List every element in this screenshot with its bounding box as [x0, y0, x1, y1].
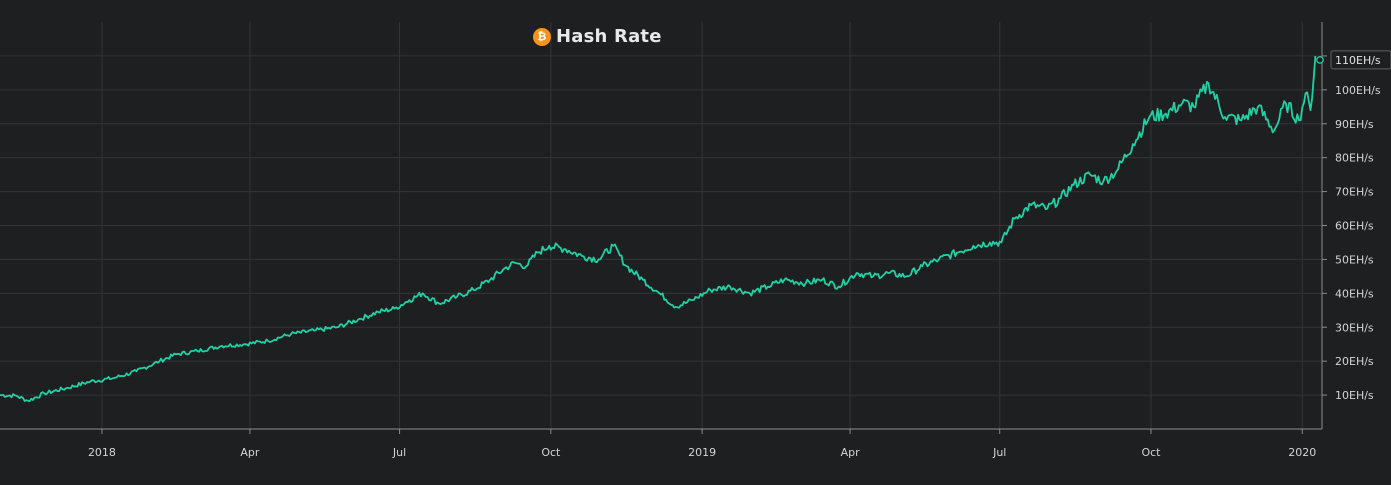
axes — [0, 22, 1327, 434]
x-tick-label: Apr — [240, 446, 260, 459]
chart-plot[interactable]: 10EH/s 20EH/s 30EH/s 40EH/s 50EH/s 60EH/s 70EH… — [0, 0, 1391, 481]
tick-labels: 10EH/s 20EH/s 30EH/s 40EH/s 50EH/s 60EH/s 70EH… — [88, 50, 1391, 459]
x-tick-label: 2020 — [1288, 446, 1316, 459]
series-line — [0, 55, 1317, 403]
x-tick-label: Oct — [1141, 446, 1161, 459]
hash-rate-chart: ₿ Hash Rate 10EH/s 20EH/s 30EH/s 40EH/s 50EH… — [0, 0, 1391, 481]
y-tick-label: 20EH/s — [1335, 355, 1374, 368]
last-value-marker — [1316, 56, 1324, 64]
x-tick-label: Oct — [541, 446, 561, 459]
x-tick-label: 2019 — [688, 446, 716, 459]
y-tick-label: 40EH/s — [1335, 287, 1374, 300]
chart-title: ₿ Hash Rate — [533, 26, 662, 47]
series-layer — [0, 55, 1324, 403]
grid-lines — [0, 22, 1322, 429]
x-tick-label: 2018 — [88, 446, 116, 459]
x-tick-label: Apr — [841, 446, 861, 459]
y-tick-label: 90EH/s — [1335, 118, 1374, 131]
y-tick-label: 80EH/s — [1335, 152, 1374, 165]
bitcoin-icon: ₿ — [533, 27, 551, 46]
y-tick-label: 60EH/s — [1335, 220, 1374, 233]
y-tick-label: 10EH/s — [1335, 389, 1374, 402]
x-tick-label: Jul — [392, 446, 406, 459]
last-value-label: 110EH/s — [1335, 54, 1381, 67]
chart-title-text: Hash Rate — [556, 26, 662, 47]
y-tick-label: 70EH/s — [1335, 186, 1374, 199]
y-tick-label: 50EH/s — [1335, 253, 1374, 266]
x-tick-label: Jul — [992, 446, 1006, 459]
y-tick-label: 100EH/s — [1335, 84, 1381, 97]
y-tick-label: 30EH/s — [1335, 321, 1374, 334]
